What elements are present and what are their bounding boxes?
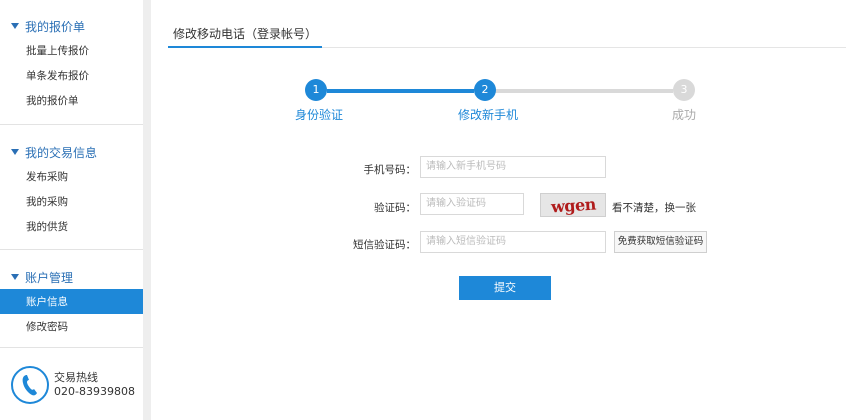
- sidebar-item-change-password[interactable]: 修改密码: [0, 314, 143, 339]
- captcha-text: wgen: [550, 193, 596, 217]
- hotline-label: 交易热线: [54, 371, 98, 384]
- sidebar-item-my-quotes[interactable]: 我的报价单: [0, 88, 143, 113]
- tab-change-mobile[interactable]: 修改移动电话（登录帐号）: [168, 25, 323, 48]
- triangle-down-icon: [11, 274, 19, 280]
- main-panel: 修改移动电话（登录帐号） 1 2 3 身份验证 修改新手机 成功 手机号码： 请…: [151, 0, 859, 420]
- divider: [0, 124, 143, 125]
- step-3-label: 成功: [672, 108, 697, 122]
- sidebar-section-quotes: 我的报价单 批量上传报价 单条发布报价 我的报价单: [0, 14, 143, 113]
- sidebar: 我的报价单 批量上传报价 单条发布报价 我的报价单 我的交易信息 发布采购 我的…: [0, 0, 143, 420]
- sidebar-section-title[interactable]: 账户管理: [0, 265, 143, 289]
- sidebar-section-trade: 我的交易信息 发布采购 我的采购 我的供货: [0, 140, 143, 239]
- sidebar-item-my-purchase[interactable]: 我的采购: [0, 189, 143, 214]
- step-1-circle: 1: [305, 79, 327, 101]
- sidebar-section-label: 我的报价单: [25, 19, 86, 34]
- sidebar-section-title[interactable]: 我的交易信息: [0, 140, 143, 164]
- tab-bar: 修改移动电话（登录帐号）: [168, 25, 846, 48]
- hotline-number: 020-83939808: [54, 385, 135, 398]
- sidebar-item-my-supply[interactable]: 我的供货: [0, 214, 143, 239]
- triangle-down-icon: [11, 149, 19, 155]
- captcha-input[interactable]: 请输入验证码: [420, 193, 524, 215]
- divider: [0, 347, 143, 348]
- sidebar-item-single-publish[interactable]: 单条发布报价: [0, 63, 143, 88]
- step-3-circle: 3: [673, 79, 695, 101]
- sidebar-item-account-info[interactable]: 账户信息: [0, 289, 143, 314]
- step-1-label: 身份验证: [295, 108, 344, 122]
- captcha-label: 验证码：: [374, 202, 416, 214]
- hotline: 交易热线 020-83939808: [11, 366, 135, 404]
- step-connector-pending: [485, 89, 673, 93]
- progress-steps: 1 2 3 身份验证 修改新手机 成功: [295, 78, 721, 128]
- step-2-circle: 2: [474, 79, 496, 101]
- sms-code-label: 短信验证码：: [353, 239, 416, 251]
- divider: [0, 249, 143, 250]
- sidebar-section-title[interactable]: 我的报价单: [0, 14, 143, 38]
- get-sms-code-button[interactable]: 免费获取短信验证码: [614, 231, 707, 253]
- sidebar-section-account: 账户管理 账户信息 修改密码: [0, 265, 143, 339]
- sidebar-section-label: 我的交易信息: [25, 145, 98, 160]
- captcha-image[interactable]: wgen: [540, 193, 606, 217]
- phone-icon: [11, 366, 49, 404]
- step-2-label: 修改新手机: [458, 108, 519, 122]
- sidebar-section-label: 账户管理: [25, 270, 74, 285]
- submit-button[interactable]: 提交: [459, 276, 551, 300]
- step-connector-complete: [327, 89, 474, 93]
- triangle-down-icon: [11, 23, 19, 29]
- sms-code-input[interactable]: 请输入短信验证码: [420, 231, 606, 253]
- sidebar-item-batch-upload[interactable]: 批量上传报价: [0, 38, 143, 63]
- refresh-captcha-link[interactable]: 看不清楚，换一张: [612, 200, 696, 215]
- sidebar-item-publish-purchase[interactable]: 发布采购: [0, 164, 143, 189]
- phone-input[interactable]: 请输入新手机号码: [420, 156, 606, 178]
- phone-label: 手机号码：: [363, 164, 417, 176]
